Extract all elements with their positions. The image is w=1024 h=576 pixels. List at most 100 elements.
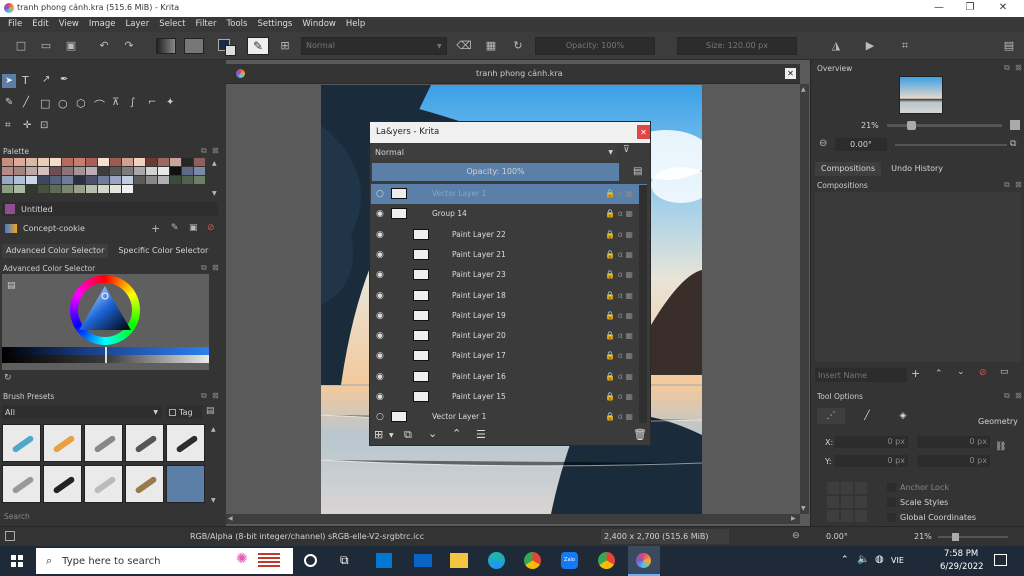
bezier-tool-icon[interactable]: ⊼ (112, 97, 119, 108)
menu-layer[interactable]: Layer (121, 17, 155, 32)
palette-swatch[interactable] (38, 167, 49, 175)
rotation-reset-icon[interactable]: ⊖ (819, 138, 827, 149)
palette-swatch[interactable] (134, 167, 145, 175)
tab-specific-color-selector[interactable]: Specific Color Selector (114, 244, 212, 258)
save-icon[interactable]: ▣ (63, 38, 79, 54)
undo-icon[interactable]: ↶ (96, 38, 112, 54)
redo-icon[interactable]: ↷ (121, 38, 137, 54)
palette-swatch[interactable] (146, 158, 157, 166)
layer-lock-alpha-icons[interactable]: 🔒 α ▦ (605, 331, 633, 340)
palette-swatch[interactable] (14, 185, 25, 193)
palette-name-select[interactable]: Untitled (2, 202, 218, 216)
transform-tool-icon[interactable]: ⊡ (40, 120, 48, 131)
line-tool-icon[interactable]: ╱ (23, 97, 29, 108)
close-color-docker-icon[interactable]: ⊠ (212, 263, 219, 272)
layer-opacity-slider[interactable]: Opacity: 100% (372, 163, 619, 181)
task-view-icon[interactable]: ⧉ (340, 553, 349, 568)
palette-swatch[interactable] (38, 176, 49, 184)
status-rotation-icon[interactable]: ⊖ (792, 531, 800, 541)
brush-tag-button[interactable]: Tag (166, 405, 202, 419)
float-color-docker-icon[interactable]: ⧉ (201, 263, 207, 273)
visibility-eye-icon[interactable]: ◉ (376, 209, 386, 219)
overview-thumbnail[interactable] (899, 76, 943, 114)
input-language[interactable]: VIE (891, 556, 904, 565)
polygon-tool-icon[interactable]: ⬡ (76, 97, 86, 110)
eraser-icon[interactable]: ⌫ (456, 38, 472, 54)
palette-swatch[interactable] (14, 176, 25, 184)
visibility-eye-icon[interactable]: ○ (376, 189, 386, 199)
anchor-left[interactable] (827, 496, 839, 508)
layer-lock-alpha-icons[interactable]: 🔒 α ▦ (605, 270, 633, 279)
rotation-slider[interactable] (895, 144, 1007, 146)
save-palette-icon[interactable]: ▣ (189, 223, 198, 233)
palette-swatch[interactable] (170, 176, 181, 184)
layer-row[interactable]: ○ Vector Layer 1 🔒 α ▦ (371, 184, 647, 204)
anchor-bottom-right[interactable] (855, 510, 867, 522)
palette-swatch[interactable] (110, 176, 121, 184)
palette-swatch[interactable] (62, 167, 73, 175)
reload-preset-icon[interactable]: ↻ (510, 38, 526, 54)
anchor-top-left[interactable] (827, 482, 839, 494)
palette-scroll-down-icon[interactable]: ▼ (212, 190, 217, 197)
close-canvas-tab-button[interactable]: ✕ (785, 68, 796, 79)
anchor-lock-checkbox[interactable]: Anchor Lock (887, 483, 949, 492)
layer-row[interactable]: ◉ Group 14 🔒 α ▦ (371, 204, 647, 224)
layer-lock-alpha-icons[interactable]: 🔒 α ▦ (605, 189, 633, 198)
layer-row[interactable]: ◉ Paint Layer 20 🔒 α ▦ (371, 326, 647, 346)
menu-filter[interactable]: Filter (190, 17, 221, 32)
palette-swatch[interactable] (50, 185, 61, 193)
layer-lock-alpha-icons[interactable]: 🔒 α ▦ (605, 392, 633, 401)
palette-swatch[interactable] (2, 185, 13, 193)
float-brush-docker-icon[interactable]: ⧉ (201, 391, 207, 401)
status-rotation-value[interactable]: 0.00° (826, 532, 848, 541)
crop-tool-icon[interactable]: ⌗ (5, 120, 11, 131)
palette-swatch[interactable] (98, 185, 109, 193)
global-coordinates-checkbox[interactable]: Global Coordinates (887, 513, 976, 522)
move-tool-icon[interactable]: ✛ (23, 120, 31, 131)
canvas-scroll-right-icon[interactable]: ▶ (791, 515, 796, 522)
palette-swatch[interactable] (122, 158, 133, 166)
canvas-scroll-up-icon[interactable]: ▲ (801, 86, 806, 93)
zalo-icon[interactable]: Zalo (561, 552, 578, 569)
cortana-icon[interactable] (304, 554, 317, 567)
palette-swatch[interactable] (110, 185, 121, 193)
visibility-eye-icon[interactable]: ◉ (376, 392, 386, 402)
float-docker-icon[interactable]: ⧉ (201, 146, 207, 156)
freehand-path-icon[interactable]: ∫ (130, 97, 135, 108)
windows-start-icon[interactable] (11, 555, 23, 567)
anchor-center[interactable] (841, 496, 853, 508)
layer-row[interactable]: ◉ Paint Layer 15 🔒 α ▦ (371, 387, 647, 407)
rectangle-tool-icon[interactable]: □ (40, 97, 50, 110)
layer-lock-alpha-icons[interactable]: 🔒 α ▦ (605, 311, 633, 320)
menu-settings[interactable]: Settings (252, 17, 297, 32)
palette-scroll-up-icon[interactable]: ▲ (212, 160, 217, 167)
toolbar-menu-icon[interactable]: ▤ (1001, 38, 1017, 54)
close-window-button[interactable]: ✕ (988, 1, 1018, 15)
canvas-horizontal-scrollbar[interactable] (226, 514, 800, 524)
palette-swatch[interactable] (74, 176, 85, 184)
anchor-grid[interactable] (827, 482, 869, 522)
taskbar-date[interactable]: 6/29/2022 (940, 562, 984, 572)
visibility-eye-icon[interactable]: ◉ (376, 372, 386, 382)
palette-swatch[interactable] (74, 158, 85, 166)
tool-option-select-icon[interactable]: ⋰ (817, 408, 845, 424)
palette-swatch[interactable] (74, 167, 85, 175)
close-tool-options-icon[interactable]: ⊠ (1015, 391, 1022, 400)
palette-swatch[interactable] (86, 176, 97, 184)
float-compositions-icon[interactable]: ⧉ (1004, 180, 1010, 190)
palette-swatch[interactable] (182, 176, 193, 184)
maximize-button[interactable]: ❐ (955, 1, 985, 15)
palette-swatch[interactable] (158, 167, 169, 175)
menu-window[interactable]: Window (297, 17, 341, 32)
mirror-view-icon[interactable]: ⧉ (1010, 139, 1016, 149)
palette-swatch[interactable] (26, 158, 37, 166)
size-slider[interactable]: Size: 120.00 px (677, 37, 797, 55)
layer-row[interactable]: ◉ Paint Layer 16 🔒 α ▦ (371, 367, 647, 387)
dynamic-brush-icon[interactable]: ⌐ (148, 97, 156, 108)
color-settings-icon[interactable]: ▤ (7, 281, 16, 291)
height-field[interactable]: 0 px (917, 455, 990, 467)
menu-help[interactable]: Help (341, 17, 370, 32)
close-compositions-icon[interactable]: ⊠ (1015, 180, 1022, 189)
layer-lock-alpha-icons[interactable]: 🔒 α ▦ (605, 250, 633, 259)
brush-preset-tile[interactable] (125, 424, 164, 462)
